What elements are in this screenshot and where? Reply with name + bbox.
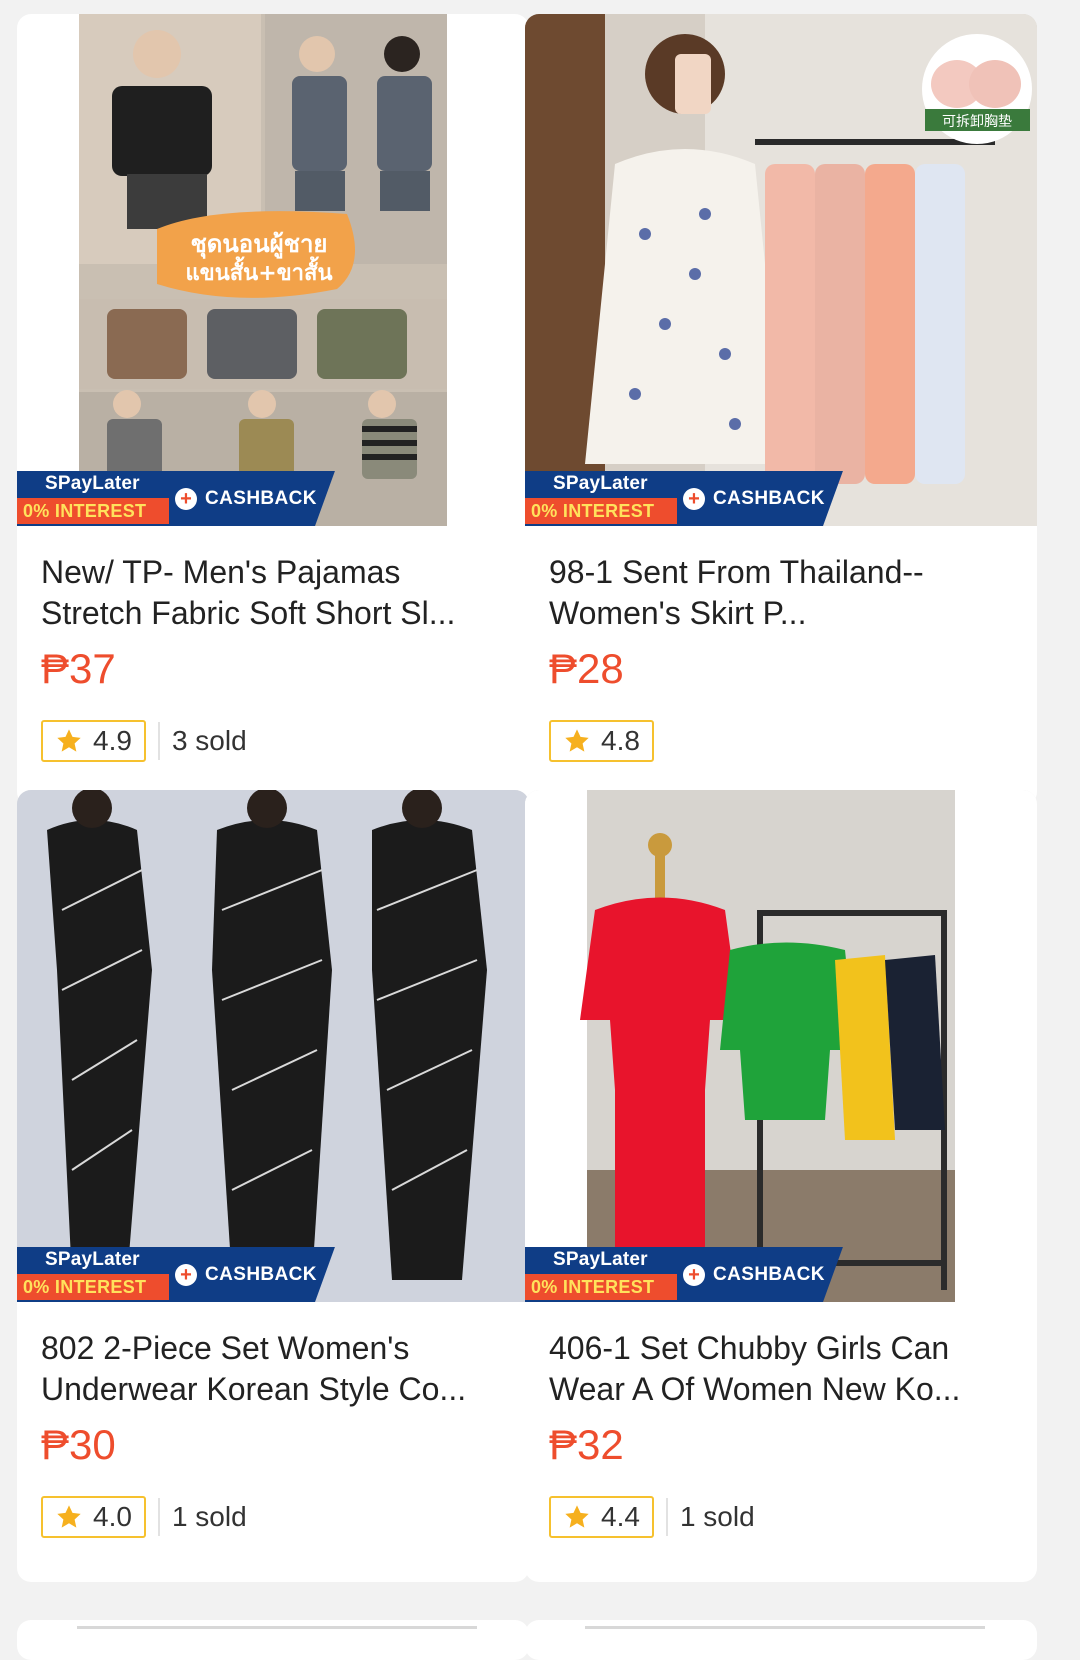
rating-value: 4.4 bbox=[601, 1501, 640, 1532]
cashback-label: CASHBACK bbox=[205, 1263, 317, 1285]
cashback-badge: + CASHBACK bbox=[677, 1247, 843, 1302]
product-title[interactable]: 802 2-Piece Set Women's Underwear Korean… bbox=[41, 1328, 507, 1410]
rating-badge: 4.0 bbox=[41, 1496, 146, 1538]
rating-value: 4.0 bbox=[93, 1501, 132, 1532]
divider bbox=[77, 1626, 477, 1629]
spaylater-cashback-badge: SPayLater 0% INTEREST + CASHBACK bbox=[525, 1247, 843, 1302]
interest-label: 0% INTEREST bbox=[17, 498, 169, 524]
product-title[interactable]: 406-1 Set Chubby Girls Can Wear A Of Wom… bbox=[549, 1328, 1015, 1410]
star-icon bbox=[57, 729, 81, 752]
cashback-badge: + CASHBACK bbox=[677, 471, 843, 526]
plus-icon: + bbox=[683, 487, 705, 510]
product-photo-chubby-set bbox=[525, 790, 1037, 1302]
rating-value: 4.8 bbox=[601, 725, 640, 756]
rating-badge: 4.9 bbox=[41, 720, 146, 762]
svg-text:แขนสั้น+ขาสั้น: แขนสั้น+ขาสั้น bbox=[185, 256, 332, 286]
cashback-badge: + CASHBACK bbox=[169, 471, 335, 526]
star-icon bbox=[565, 729, 589, 752]
svg-text:ชุดนอนผู้ชาย: ชุดนอนผู้ชาย bbox=[191, 230, 328, 260]
spaylater-label: SPayLater bbox=[553, 1249, 648, 1270]
star-icon bbox=[565, 1505, 589, 1528]
product-price: ₱37 bbox=[41, 645, 116, 692]
sold-count: 1 sold bbox=[679, 1501, 755, 1532]
cashback-label: CASHBACK bbox=[205, 487, 317, 509]
product-title[interactable]: New/ TP- Men's Pajamas Stretch Fabric So… bbox=[41, 552, 507, 634]
rating-badge: 4.4 bbox=[549, 1496, 654, 1538]
rating-row: 4.0 1 sold bbox=[41, 1494, 247, 1540]
rating-row: 4.8 bbox=[549, 718, 654, 764]
cashback-label: CASHBACK bbox=[713, 1263, 825, 1285]
product-card[interactable]: 可拆卸胸垫 SPayLater 0% INTEREST + CASHBACK 9… bbox=[525, 14, 1037, 806]
rating-row: 4.4 1 sold bbox=[549, 1494, 755, 1540]
sold-count: 1 sold bbox=[171, 1501, 247, 1532]
spaylater-label: SPayLater bbox=[45, 1249, 140, 1270]
star-icon bbox=[57, 1505, 81, 1528]
rating-row: 4.9 3 sold bbox=[41, 718, 247, 764]
image-caption: 可拆卸胸垫 bbox=[942, 114, 1012, 130]
product-photo-women-nightdress: 可拆卸胸垫 bbox=[525, 14, 1037, 526]
cashback-badge: + CASHBACK bbox=[169, 1247, 335, 1302]
interest-label: 0% INTEREST bbox=[525, 1274, 677, 1300]
spaylater-label: SPayLater bbox=[45, 473, 140, 494]
spaylater-badge: SPayLater 0% INTEREST bbox=[525, 1247, 677, 1302]
rating-badge: 4.8 bbox=[549, 720, 654, 762]
spaylater-cashback-badge: SPayLater 0% INTEREST + CASHBACK bbox=[525, 471, 843, 526]
interest-label: 0% INTEREST bbox=[17, 1274, 169, 1300]
spaylater-cashback-badge: SPayLater 0% INTEREST + CASHBACK bbox=[17, 1247, 335, 1302]
rating-value: 4.9 bbox=[93, 725, 132, 756]
divider bbox=[157, 722, 160, 760]
product-card[interactable]: SPayLater 0% INTEREST + CASHBACK 802 2-P… bbox=[17, 790, 529, 1582]
spaylater-label: SPayLater bbox=[553, 473, 648, 494]
plus-icon: + bbox=[175, 487, 197, 510]
product-image[interactable]: ชุดนอนผู้ชาย แขนสั้น+ขาสั้น SPayLater 0%… bbox=[17, 14, 529, 526]
product-card-partial[interactable] bbox=[525, 1620, 1037, 1660]
product-photo-men-pajamas: ชุดนอนผู้ชาย แขนสั้น+ขาสั้น bbox=[17, 14, 529, 526]
product-title[interactable]: 98-1 Sent From Thailand--Women's Skirt P… bbox=[549, 552, 1015, 634]
product-card[interactable]: ชุดนอนผู้ชาย แขนสั้น+ขาสั้น SPayLater 0%… bbox=[17, 14, 529, 806]
divider bbox=[157, 1498, 160, 1536]
product-image[interactable]: SPayLater 0% INTEREST + CASHBACK bbox=[525, 790, 1037, 1302]
product-price: ₱30 bbox=[41, 1421, 116, 1468]
product-image[interactable]: 可拆卸胸垫 SPayLater 0% INTEREST + CASHBACK bbox=[525, 14, 1037, 526]
spaylater-badge: SPayLater 0% INTEREST bbox=[525, 471, 677, 526]
product-card[interactable]: SPayLater 0% INTEREST + CASHBACK 406-1 S… bbox=[525, 790, 1037, 1582]
product-grid: ชุดนอนผู้ชาย แขนสั้น+ขาสั้น SPayLater 0%… bbox=[0, 0, 1080, 1660]
divider bbox=[665, 1498, 668, 1536]
spaylater-badge: SPayLater 0% INTEREST bbox=[17, 1247, 169, 1302]
plus-icon: + bbox=[683, 1263, 705, 1286]
product-card-partial[interactable] bbox=[17, 1620, 529, 1660]
spaylater-badge: SPayLater 0% INTEREST bbox=[17, 471, 169, 526]
sold-count: 3 sold bbox=[171, 725, 247, 756]
spaylater-cashback-badge: SPayLater 0% INTEREST + CASHBACK bbox=[17, 471, 335, 526]
plus-icon: + bbox=[175, 1263, 197, 1286]
cashback-label: CASHBACK bbox=[713, 487, 825, 509]
product-image[interactable]: SPayLater 0% INTEREST + CASHBACK bbox=[17, 790, 529, 1302]
divider bbox=[585, 1626, 985, 1629]
product-photo-two-piece-set bbox=[17, 790, 529, 1302]
interest-label: 0% INTEREST bbox=[525, 498, 677, 524]
product-price: ₱28 bbox=[549, 645, 624, 692]
product-price: ₱32 bbox=[549, 1421, 624, 1468]
